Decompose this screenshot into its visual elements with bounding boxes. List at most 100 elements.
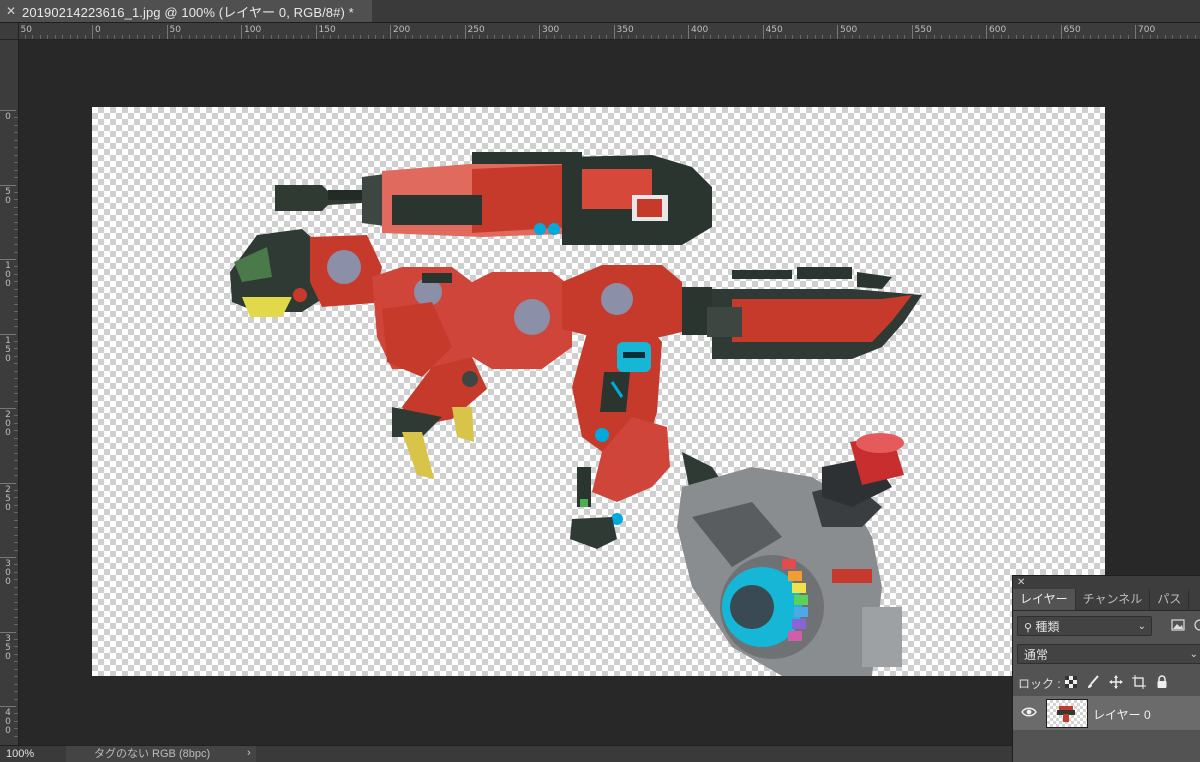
- ruler-minor-tick: [725, 35, 727, 39]
- ruler-minor-tick: [14, 124, 18, 126]
- ruler-minor-tick: [121, 35, 123, 39]
- ruler-major-tick: [688, 25, 689, 39]
- ruler-minor-tick: [14, 214, 18, 216]
- ruler-minor-tick: [14, 624, 18, 626]
- ruler-minor-tick: [255, 35, 257, 39]
- ruler-label: 250: [467, 25, 485, 35]
- ruler-minor-tick: [546, 35, 548, 39]
- ruler-minor-tick: [501, 35, 503, 39]
- ruler-minor-tick: [896, 35, 898, 39]
- ruler-minor-tick: [14, 363, 18, 365]
- ruler-minor-tick: [129, 35, 131, 39]
- lock-all-icon[interactable]: [1155, 675, 1169, 689]
- ruler-minor-tick: [14, 594, 18, 596]
- ruler-minor-tick: [173, 35, 175, 39]
- ruler-major-tick: [0, 631, 16, 633]
- panel-tabs: レイヤー チャンネル パス: [1013, 589, 1200, 611]
- ruler-minor-tick: [874, 35, 876, 39]
- ruler-minor-tick: [442, 35, 444, 39]
- ruler-major-tick: [911, 25, 913, 39]
- ruler-minor-tick: [39, 35, 41, 39]
- ruler-minor-tick: [14, 303, 18, 305]
- ruler-minor-tick: [1112, 35, 1114, 39]
- ruler-label: 200: [5, 410, 11, 438]
- ruler-label: 400: [691, 25, 709, 35]
- ruler-major-tick: [92, 25, 93, 39]
- ruler-major-tick: [166, 25, 168, 39]
- ruler-minor-tick: [1120, 35, 1122, 39]
- close-tab-icon[interactable]: ✕: [0, 4, 22, 18]
- ruler-minor-tick: [516, 35, 518, 39]
- ruler-minor-tick: [77, 35, 79, 39]
- ruler-minor-tick: [14, 281, 18, 283]
- ruler-minor-tick: [1023, 35, 1025, 39]
- ruler-minor-tick: [1075, 35, 1077, 39]
- ruler-minor-tick: [14, 460, 18, 462]
- ruler-minor-tick: [14, 489, 18, 491]
- ruler-minor-tick: [14, 385, 18, 387]
- ruler-corner[interactable]: [0, 23, 19, 40]
- layer-filter-select[interactable]: ⚲ 種類 ⌄: [1017, 616, 1152, 636]
- horizontal-ruler[interactable]: 50 0 50 100 150 200 250 300 350 400 450 500 550 600 65…: [18, 23, 1200, 40]
- zoom-level-field[interactable]: 100%: [6, 747, 62, 761]
- ruler-minor-tick: [576, 35, 578, 39]
- ruler-label: 150: [318, 25, 336, 35]
- document-canvas[interactable]: [92, 107, 1105, 676]
- layer-row[interactable]: レイヤー 0: [1013, 696, 1200, 730]
- eye-visibility-icon[interactable]: [1021, 706, 1037, 718]
- close-panel-icon[interactable]: ✕: [1017, 576, 1025, 589]
- ruler-minor-tick: [963, 35, 965, 39]
- lock-artboard-icon[interactable]: [1132, 675, 1146, 689]
- ruler-minor-tick: [188, 35, 190, 39]
- ruler-minor-tick: [69, 35, 71, 39]
- ruler-minor-tick: [1000, 35, 1002, 39]
- ruler-minor-tick: [449, 35, 451, 39]
- ruler-major-tick: [0, 184, 16, 186]
- ruler-minor-tick: [14, 370, 18, 372]
- ruler-minor-tick: [14, 393, 18, 395]
- ruler-label: 450: [765, 25, 783, 35]
- ruler-minor-tick: [14, 266, 18, 268]
- ruler-minor-tick: [971, 35, 973, 39]
- ruler-minor-tick: [248, 35, 250, 39]
- ruler-minor-tick: [1157, 35, 1159, 39]
- ruler-minor-tick: [14, 437, 18, 439]
- layer-thumbnail: [1046, 699, 1088, 728]
- ruler-minor-tick: [553, 35, 555, 39]
- ruler-minor-tick: [14, 169, 18, 171]
- ruler-label: 0: [5, 112, 11, 122]
- ruler-minor-tick: [702, 35, 704, 39]
- document-tab[interactable]: ✕ 20190214223616_1.jpg @ 100% (レイヤー 0, R…: [0, 0, 372, 22]
- tab-layers[interactable]: レイヤー: [1013, 589, 1076, 610]
- lock-position-move-icon[interactable]: [1109, 675, 1123, 689]
- ruler-minor-tick: [14, 288, 18, 290]
- ruler-minor-tick: [658, 35, 660, 39]
- image-filter-icon[interactable]: [1171, 619, 1185, 631]
- ruler-minor-tick: [948, 35, 950, 39]
- lock-transparency-icon[interactable]: [1064, 675, 1078, 689]
- ruler-label: 300: [542, 25, 560, 35]
- ruler-minor-tick: [14, 475, 18, 477]
- ruler-minor-tick: [144, 35, 146, 39]
- ruler-minor-tick: [732, 35, 734, 39]
- tab-paths[interactable]: パス: [1150, 589, 1190, 610]
- tab-channels[interactable]: チャンネル: [1076, 589, 1151, 610]
- ruler-minor-tick: [322, 35, 324, 39]
- mech-artwork-image: [230, 152, 922, 676]
- status-menu-arrow-icon[interactable]: ›: [247, 747, 251, 759]
- blend-mode-select[interactable]: 通常 ⌄: [1017, 644, 1200, 664]
- ruler-minor-tick: [136, 35, 138, 39]
- ruler-major-tick: [0, 333, 16, 335]
- ruler-minor-tick: [270, 35, 272, 39]
- ruler-minor-tick: [218, 35, 220, 39]
- ruler-minor-tick: [54, 35, 56, 39]
- vertical-ruler[interactable]: 0 50 100 150 200 250 300 350 400: [0, 23, 19, 745]
- ruler-minor-tick: [606, 35, 608, 39]
- lock-pixels-brush-icon[interactable]: [1086, 675, 1100, 689]
- ruler-minor-tick: [99, 35, 101, 39]
- ruler-minor-tick: [14, 571, 18, 573]
- ruler-major-tick: [0, 706, 16, 707]
- ruler-minor-tick: [889, 35, 891, 39]
- ruler-minor-tick: [1090, 35, 1092, 39]
- adjustment-filter-icon[interactable]: [1193, 619, 1200, 631]
